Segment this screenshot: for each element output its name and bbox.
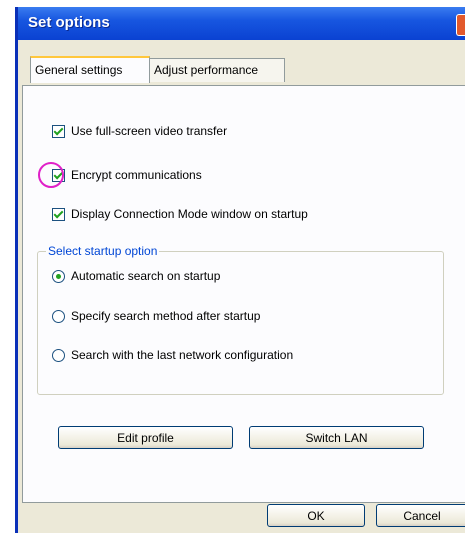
highlight-circle [38,162,64,188]
automatic-search-radio[interactable] [52,269,65,283]
startup-option-specify[interactable]: Specify search method after startup [52,308,260,324]
ok-button[interactable]: OK [267,504,365,527]
edit-profile-button[interactable]: Edit profile [58,426,233,449]
encrypt-option[interactable]: Encrypt communications [52,167,202,183]
startup-option-last-network[interactable]: Search with the last network configurati… [52,347,293,363]
set-options-dialog: Set options General settings Adjust perf… [15,7,465,533]
close-button[interactable] [456,14,465,36]
last-network-label: Search with the last network configurati… [71,348,294,362]
display-connection-mode-label: Display Connection Mode window on startu… [71,207,308,221]
general-settings-panel: Use full-screen video transfer Encrypt c… [22,85,465,503]
window-title: Set options [28,14,110,31]
cancel-button[interactable]: Cancel [376,504,465,527]
startup-option-group: Select startup option Automatic search o… [37,244,444,395]
title-bar[interactable]: Set options [18,7,465,40]
full-screen-video-label: Use full-screen video transfer [71,124,228,138]
startup-group-title: Select startup option [46,244,160,258]
tab-adjust-performance[interactable]: Adjust performance [149,58,285,82]
specify-search-radio[interactable] [52,309,65,323]
display-connection-mode-option[interactable]: Display Connection Mode window on startu… [52,206,308,222]
full-screen-video-option[interactable]: Use full-screen video transfer [52,123,227,139]
tab-general-settings[interactable]: General settings [30,56,150,83]
specify-search-label: Specify search method after startup [71,309,261,323]
last-network-radio[interactable] [52,348,65,362]
startup-option-automatic[interactable]: Automatic search on startup [52,268,220,284]
encrypt-label: Encrypt communications [71,168,202,182]
switch-lan-button[interactable]: Switch LAN [249,426,424,449]
tab-adjust-performance-label: Adjust performance [154,63,259,77]
automatic-search-label: Automatic search on startup [71,269,221,283]
tab-general-settings-label: General settings [35,63,123,77]
full-screen-video-checkbox[interactable] [52,124,65,138]
display-connection-mode-checkbox[interactable] [52,207,65,221]
dialog-client-area: General settings Adjust performance Use … [18,40,465,533]
